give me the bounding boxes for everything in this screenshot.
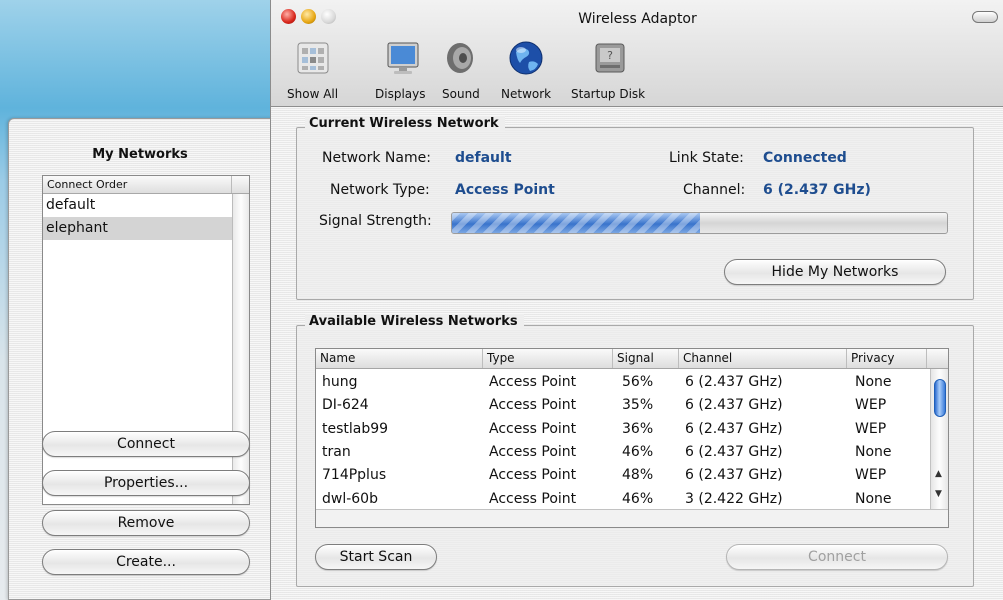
cell-privacy: None <box>855 374 892 390</box>
cell-signal: 56% <box>622 374 654 390</box>
column-header-name[interactable]: Name <box>316 349 483 368</box>
cell-type: Access Point <box>489 490 577 507</box>
window-title: Wireless Adaptor <box>578 11 697 27</box>
displays-icon <box>384 40 422 76</box>
cell-privacy: None <box>855 443 892 460</box>
available-connect-button[interactable]: Connect <box>726 544 948 570</box>
cell-type: Access Point <box>489 467 577 484</box>
table-row[interactable]: tran Access Point 46% 6 (2.437 GHz) None <box>316 441 928 464</box>
channel-value: 6 (2.437 GHz) <box>763 182 871 198</box>
my-network-item-elephant[interactable]: elephant <box>43 217 232 240</box>
cell-channel: 3 (2.422 GHz) <box>685 490 783 507</box>
cell-type: Access Point <box>489 420 577 437</box>
network-type-value: Access Point <box>455 182 555 198</box>
show-all-label: Show All <box>287 87 339 101</box>
cell-privacy: None <box>855 490 892 507</box>
cell-type: Access Point <box>489 374 577 390</box>
table-row[interactable]: 714Pplus Access Point 48% 6 (2.437 GHz) WEP <box>316 464 928 487</box>
signal-strength-bar <box>451 212 948 234</box>
table-header: Name Type Signal Channel Privacy <box>316 349 948 369</box>
available-networks-title: Available Wireless Networks <box>305 314 524 329</box>
hide-my-networks-button[interactable]: Hide My Networks <box>724 259 946 285</box>
table-horizontal-scrollbar[interactable] <box>316 509 948 527</box>
table-row[interactable]: DI-624 Access Point 35% 6 (2.437 GHz) WEP <box>316 394 928 417</box>
cell-channel: 6 (2.437 GHz) <box>685 397 783 414</box>
cell-name: DI-624 <box>322 397 369 414</box>
cell-signal: 35% <box>622 397 654 414</box>
cell-channel: 6 (2.437 GHz) <box>685 374 783 390</box>
table-row[interactable]: testlab99 Access Point 36% 6 (2.437 GHz) WEP <box>316 418 928 441</box>
connect-button[interactable]: Connect <box>42 431 250 457</box>
current-network-title: Current Wireless Network <box>305 116 505 131</box>
connect-order-label: Connect Order <box>47 178 128 191</box>
signal-strength-label: Signal Strength: <box>319 213 432 229</box>
column-header-signal[interactable]: Signal <box>613 349 679 368</box>
cell-signal: 36% <box>622 420 654 437</box>
cell-name: testlab99 <box>322 420 389 437</box>
my-networks-drawer: My Networks Connect Order default elepha… <box>8 118 278 600</box>
network-type-label: Network Type: <box>330 182 430 198</box>
cell-signal: 48% <box>622 467 654 484</box>
cell-privacy: WEP <box>855 397 887 414</box>
link-state-label: Link State: <box>669 150 744 166</box>
cell-name: dwl-60b <box>322 490 378 507</box>
remove-button[interactable]: Remove <box>42 510 250 536</box>
start-scan-button[interactable]: Start Scan <box>315 544 437 570</box>
my-networks-list-body: default elephant <box>43 194 232 504</box>
link-state-value: Connected <box>763 150 847 166</box>
cell-privacy: WEP <box>855 420 887 437</box>
table-row[interactable]: hung Access Point 56% 6 (2.437 GHz) None <box>316 371 928 394</box>
channel-label: Channel: <box>683 182 746 198</box>
network-name-label: Network Name: <box>322 150 431 166</box>
table-row[interactable]: dwl-60b Access Point 46% 3 (2.422 GHz) None <box>316 488 928 511</box>
startup-disk-icon: ? <box>591 40 629 76</box>
column-header-type[interactable]: Type <box>483 349 613 368</box>
displays-label: Displays <box>375 87 426 101</box>
connect-order-header[interactable]: Connect Order <box>43 176 249 194</box>
available-networks-table[interactable]: Name Type Signal Channel Privacy hung Acc… <box>315 348 949 528</box>
show-all-icon <box>294 40 332 76</box>
svg-text:?: ? <box>607 49 613 62</box>
table-scroll-thumb[interactable] <box>934 379 946 417</box>
cell-name: tran <box>322 443 351 460</box>
cell-signal: 46% <box>622 443 654 460</box>
cell-channel: 6 (2.437 GHz) <box>685 420 783 437</box>
network-label: Network <box>501 87 552 101</box>
column-header-privacy[interactable]: Privacy <box>847 349 927 368</box>
my-networks-scrollbar[interactable] <box>232 194 249 504</box>
network-name-value: default <box>455 150 512 166</box>
cell-name: 714Pplus <box>322 467 387 484</box>
cell-name: hung <box>322 374 358 390</box>
window-titlebar: Wireless Adaptor Show All Displays Sound <box>271 0 1003 107</box>
cell-channel: 6 (2.437 GHz) <box>685 467 783 484</box>
sound-label: Sound <box>442 87 480 101</box>
my-networks-title: My Networks <box>92 147 188 162</box>
sound-icon <box>443 40 481 76</box>
toolbar-toggle-button[interactable] <box>972 11 998 23</box>
startup-disk-label: Startup Disk <box>571 87 646 101</box>
column-header-channel[interactable]: Channel <box>679 349 847 368</box>
my-network-item-default[interactable]: default <box>43 194 232 217</box>
properties-button[interactable]: Properties... <box>42 470 250 496</box>
cell-channel: 6 (2.437 GHz) <box>685 443 783 460</box>
scroll-down-icon[interactable]: ▼ <box>935 489 942 499</box>
signal-strength-fill <box>452 213 700 233</box>
network-globe-icon <box>507 40 545 76</box>
table-vertical-scrollbar[interactable]: ▲ ▼ <box>930 369 948 510</box>
cell-privacy: WEP <box>855 467 887 484</box>
cell-type: Access Point <box>489 397 577 414</box>
cell-signal: 46% <box>622 490 654 507</box>
scroll-up-icon[interactable]: ▲ <box>935 469 942 479</box>
cell-type: Access Point <box>489 443 577 460</box>
create-button[interactable]: Create... <box>42 549 250 575</box>
